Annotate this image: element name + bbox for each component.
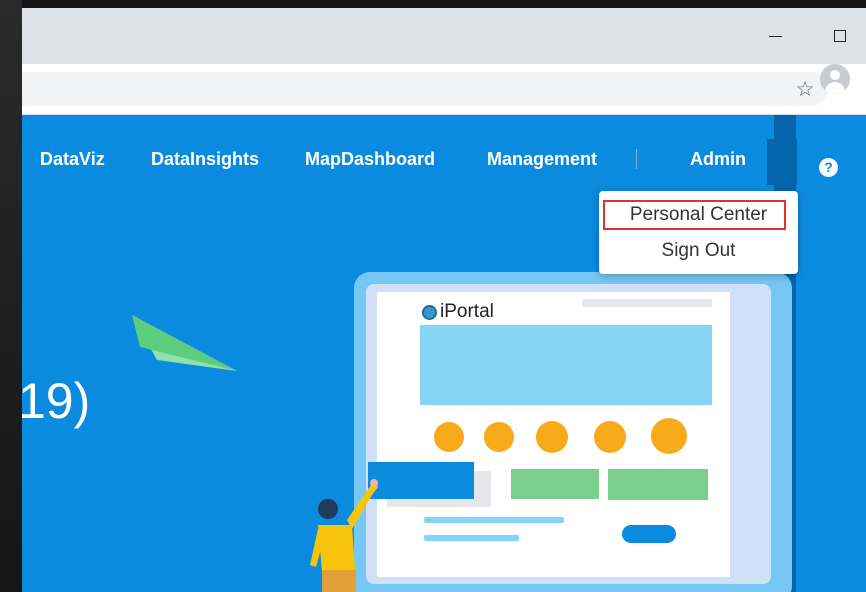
address-bar-row: ☆: [22, 64, 866, 115]
mockup-button: [622, 525, 676, 543]
menu-item-sign-out[interactable]: Sign Out: [599, 239, 798, 263]
iportal-page: DataViz DataInsights MapDashboard Manage…: [22, 115, 866, 592]
mockup-circle: [594, 421, 626, 453]
mockup-text-line: [424, 517, 564, 523]
menu-item-personal-center[interactable]: Personal Center: [599, 203, 798, 227]
mockup-banner: [420, 325, 712, 405]
browser-window: ☆ DataViz DataInsights MapDashboard Mana…: [22, 8, 866, 592]
user-dropdown-menu: Personal Center Sign Out: [599, 191, 798, 274]
title-bar: [22, 8, 866, 64]
profile-head: [830, 70, 840, 80]
address-bar[interactable]: ☆: [22, 72, 828, 106]
maximize-icon: [834, 30, 846, 42]
mockup-circle: [651, 418, 687, 454]
mockup-green-card: [608, 469, 708, 500]
profile-shoulders: [825, 82, 845, 94]
mockup-green-card: [511, 469, 599, 499]
mockup-blue-card: [368, 462, 474, 499]
mockup-circle: [536, 421, 568, 453]
mockup-url-bar: [582, 299, 712, 307]
star-icon[interactable]: ☆: [792, 78, 818, 102]
minimize-button[interactable]: [755, 16, 795, 56]
mockup-circle: [434, 422, 464, 452]
paper-plane-icon: [132, 315, 237, 371]
minimize-icon: [768, 35, 782, 37]
iportal-logo: iPortal: [422, 301, 494, 323]
maximize-button[interactable]: [820, 16, 860, 56]
desktop-background-top: [0, 0, 866, 8]
iportal-logo-text: iPortal: [440, 301, 494, 322]
profile-avatar-icon[interactable]: [820, 64, 850, 94]
desktop-background-left: [0, 0, 22, 592]
hero-illustration: [132, 115, 796, 592]
mockup-circle: [484, 422, 514, 452]
mockup-text-line: [424, 535, 519, 541]
iportal-logo-icon: [422, 304, 437, 320]
